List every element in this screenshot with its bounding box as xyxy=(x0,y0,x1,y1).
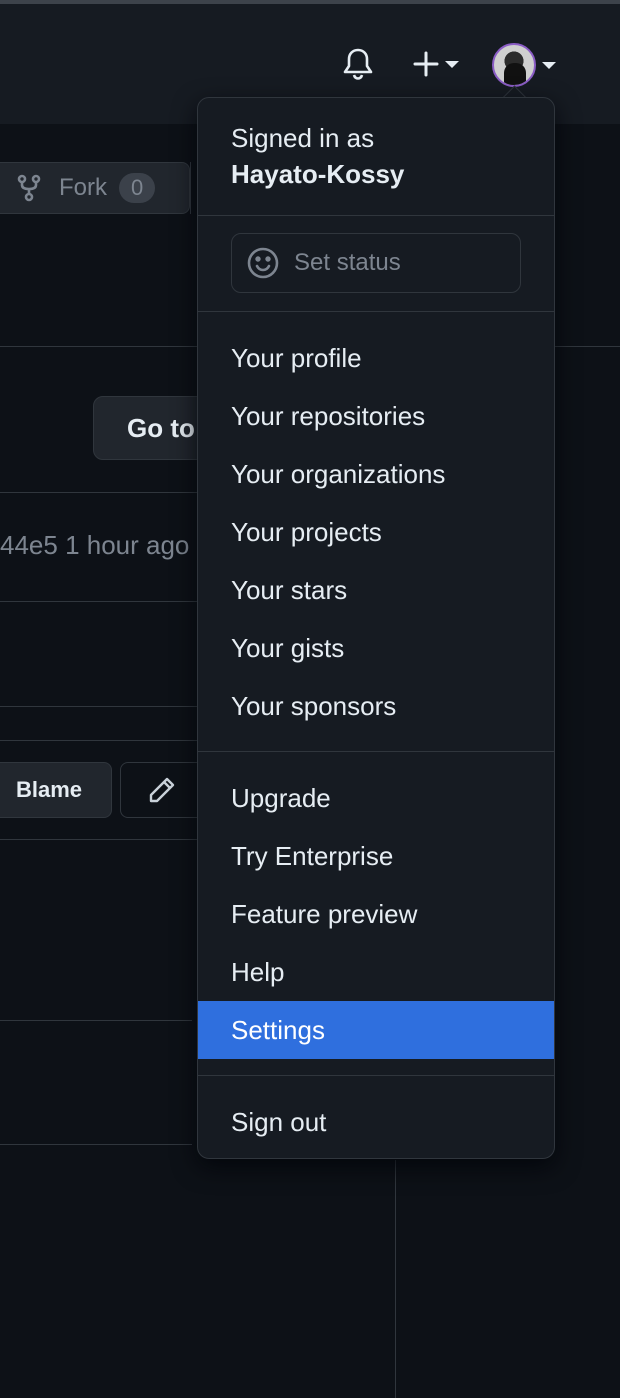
menu-item-your-repositories[interactable]: Your repositories xyxy=(198,387,554,445)
blame-button[interactable]: Blame xyxy=(0,762,112,818)
fork-button[interactable]: Fork 0 xyxy=(0,162,190,214)
menu-item-your-gists[interactable]: Your gists xyxy=(198,619,554,677)
divider xyxy=(198,311,554,312)
account-links: Upgrade Try Enterprise Feature preview H… xyxy=(198,769,554,1059)
menu-item-your-projects[interactable]: Your projects xyxy=(198,503,554,561)
avatar xyxy=(492,43,536,87)
fork-label: Fork xyxy=(59,174,107,201)
menu-item-your-profile[interactable]: Your profile xyxy=(198,329,554,387)
divider xyxy=(190,162,191,214)
user-dropdown-menu: Signed in as Hayato-Kossy Set status You… xyxy=(197,97,555,1159)
menu-item-your-organizations[interactable]: Your organizations xyxy=(198,445,554,503)
menu-item-try-enterprise[interactable]: Try Enterprise xyxy=(198,827,554,885)
divider xyxy=(555,346,620,347)
sign-out-section: Sign out xyxy=(198,1093,554,1151)
divider xyxy=(0,1020,192,1021)
menu-item-upgrade[interactable]: Upgrade xyxy=(198,769,554,827)
chevron-down-icon xyxy=(542,61,556,69)
divider xyxy=(198,1075,554,1076)
fork-count-badge: 0 xyxy=(119,173,156,203)
menu-item-feature-preview[interactable]: Feature preview xyxy=(198,885,554,943)
set-status-label: Set status xyxy=(294,249,401,276)
create-new-dropdown[interactable] xyxy=(406,44,466,84)
menu-item-your-sponsors[interactable]: Your sponsors xyxy=(198,677,554,735)
divider xyxy=(0,706,220,707)
fork-icon xyxy=(17,174,41,202)
divider xyxy=(198,751,554,752)
pencil-icon xyxy=(149,777,175,803)
menu-item-sign-out[interactable]: Sign out xyxy=(198,1093,554,1151)
menu-item-settings[interactable]: Settings xyxy=(198,1001,554,1059)
profile-links: Your profile Your repositories Your orga… xyxy=(198,329,554,735)
signed-in-label: Signed in as xyxy=(231,123,375,153)
user-menu-toggle[interactable] xyxy=(488,42,560,88)
menu-item-your-stars[interactable]: Your stars xyxy=(198,561,554,619)
plus-icon xyxy=(413,51,439,77)
set-status-button[interactable]: Set status xyxy=(231,233,521,293)
commit-info[interactable]: 44e5 1 hour ago xyxy=(0,530,189,561)
divider xyxy=(395,1160,396,1398)
chevron-down-icon xyxy=(445,60,459,68)
menu-item-help[interactable]: Help xyxy=(198,943,554,1001)
divider xyxy=(198,215,554,216)
notifications-bell-icon[interactable] xyxy=(338,44,378,84)
smiley-icon xyxy=(246,246,280,280)
username: Hayato-Kossy xyxy=(231,159,405,189)
divider xyxy=(0,1144,192,1145)
signed-in-header: Signed in as Hayato-Kossy xyxy=(231,120,404,192)
